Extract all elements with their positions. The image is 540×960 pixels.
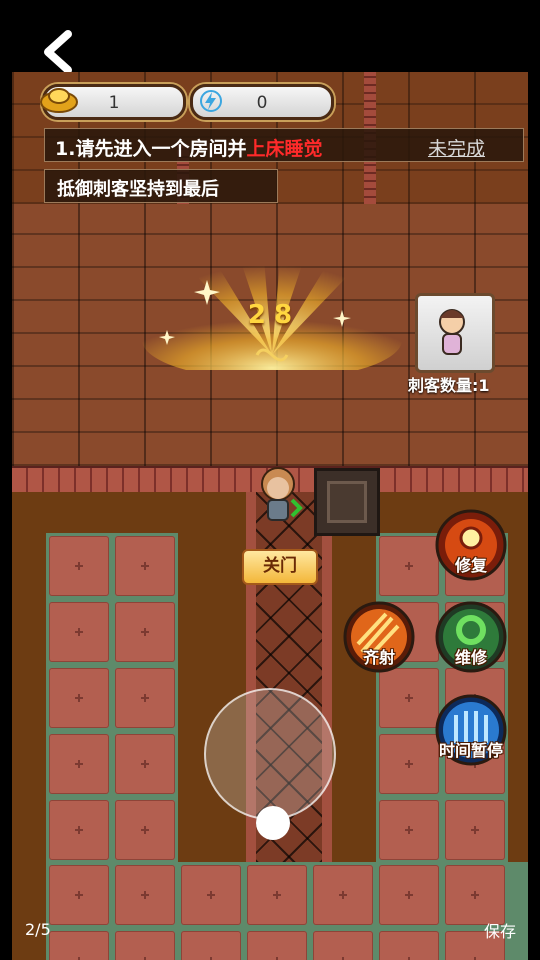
player-character-icon[interactable] [248,460,308,530]
quest-secondary: 抵御刺客坚持到最后 [44,169,278,203]
skill-volley-button[interactable]: 齐射 [342,600,416,674]
floor-tile[interactable] [49,800,109,860]
quest-main-prefix: 1.请先进入一个房间并 [55,138,247,160]
floor-tile[interactable] [49,865,109,925]
floor-tile[interactable] [115,536,175,596]
floor-tile[interactable] [379,865,439,925]
gold-value: 1 [108,93,120,113]
quest-secondary-text: 抵御刺客坚持到最后 [57,179,219,200]
floor-tile[interactable] [247,865,307,925]
tile-grid-bottom [46,862,528,960]
floor-tile[interactable] [49,536,109,596]
page-indicator: 2/5 [25,920,51,939]
door-panel [327,481,367,523]
gold-counter: 1 [40,84,186,120]
floor-tile[interactable] [115,931,175,960]
floor-tile[interactable] [115,800,175,860]
floor-tile[interactable] [115,865,175,925]
floor-tile[interactable] [313,931,373,960]
quest-status-link[interactable]: 未完成 [428,134,485,161]
floor-tile[interactable] [247,931,307,960]
skill-maintain-label: 维修 [454,648,487,667]
floor-tile[interactable] [379,734,439,794]
room-door[interactable] [314,468,380,536]
skill-maintain-button[interactable]: 维修 [434,600,508,674]
floor-tile[interactable] [115,668,175,728]
floor-tile[interactable] [181,931,241,960]
wave-countdown: 28 [247,300,301,330]
floor-tile[interactable] [49,931,109,960]
floor-tile[interactable] [49,602,109,662]
floor-tile[interactable] [379,931,439,960]
close-door-button[interactable]: 关门 [242,549,318,585]
floor-tile[interactable] [313,865,373,925]
energy-value: 0 [256,93,268,113]
floor-tile[interactable] [445,800,505,860]
floor-tile[interactable] [379,536,439,596]
floor-tile[interactable] [445,865,505,925]
floor-tile[interactable] [379,800,439,860]
skill-repair-label: 修复 [454,556,487,575]
quest-main-text: 1.请先进入一个房间并上床睡觉 [55,134,322,161]
tile-grid-left [46,533,178,873]
top-bar [12,0,528,74]
energy-counter: 0 [190,84,334,120]
quest-main: 1.请先进入一个房间并上床睡觉 未完成 [44,128,524,162]
floor-tile[interactable] [379,668,439,728]
assassin-portrait-card [415,293,495,373]
skill-volley-label: 齐射 [362,648,395,667]
skill-time-pause-button[interactable]: 时间暂停 [434,693,508,767]
floor-tile[interactable] [181,865,241,925]
quest-main-highlight: 上床睡觉 [246,138,323,160]
floor-tile[interactable] [49,734,109,794]
virtual-joystick[interactable] [204,688,336,820]
game-viewport: 1 0 1.请先进入一个房间并上床睡觉 未完成 抵御刺客坚持到最后 28 刺客数… [12,0,528,960]
skill-repair-button[interactable]: 修复 [434,508,508,582]
floor-tile[interactable] [49,668,109,728]
assassin-count-label: 刺客数量:1 [408,376,490,395]
floor-tile[interactable] [115,602,175,662]
back-arrow-icon[interactable] [38,30,78,74]
save-button[interactable]: 保存 [484,918,516,942]
floor-tile[interactable] [115,734,175,794]
assassin-avatar-icon [439,309,465,355]
joystick-knob[interactable] [256,806,290,840]
skill-time-pause-label: 时间暂停 [438,741,503,760]
